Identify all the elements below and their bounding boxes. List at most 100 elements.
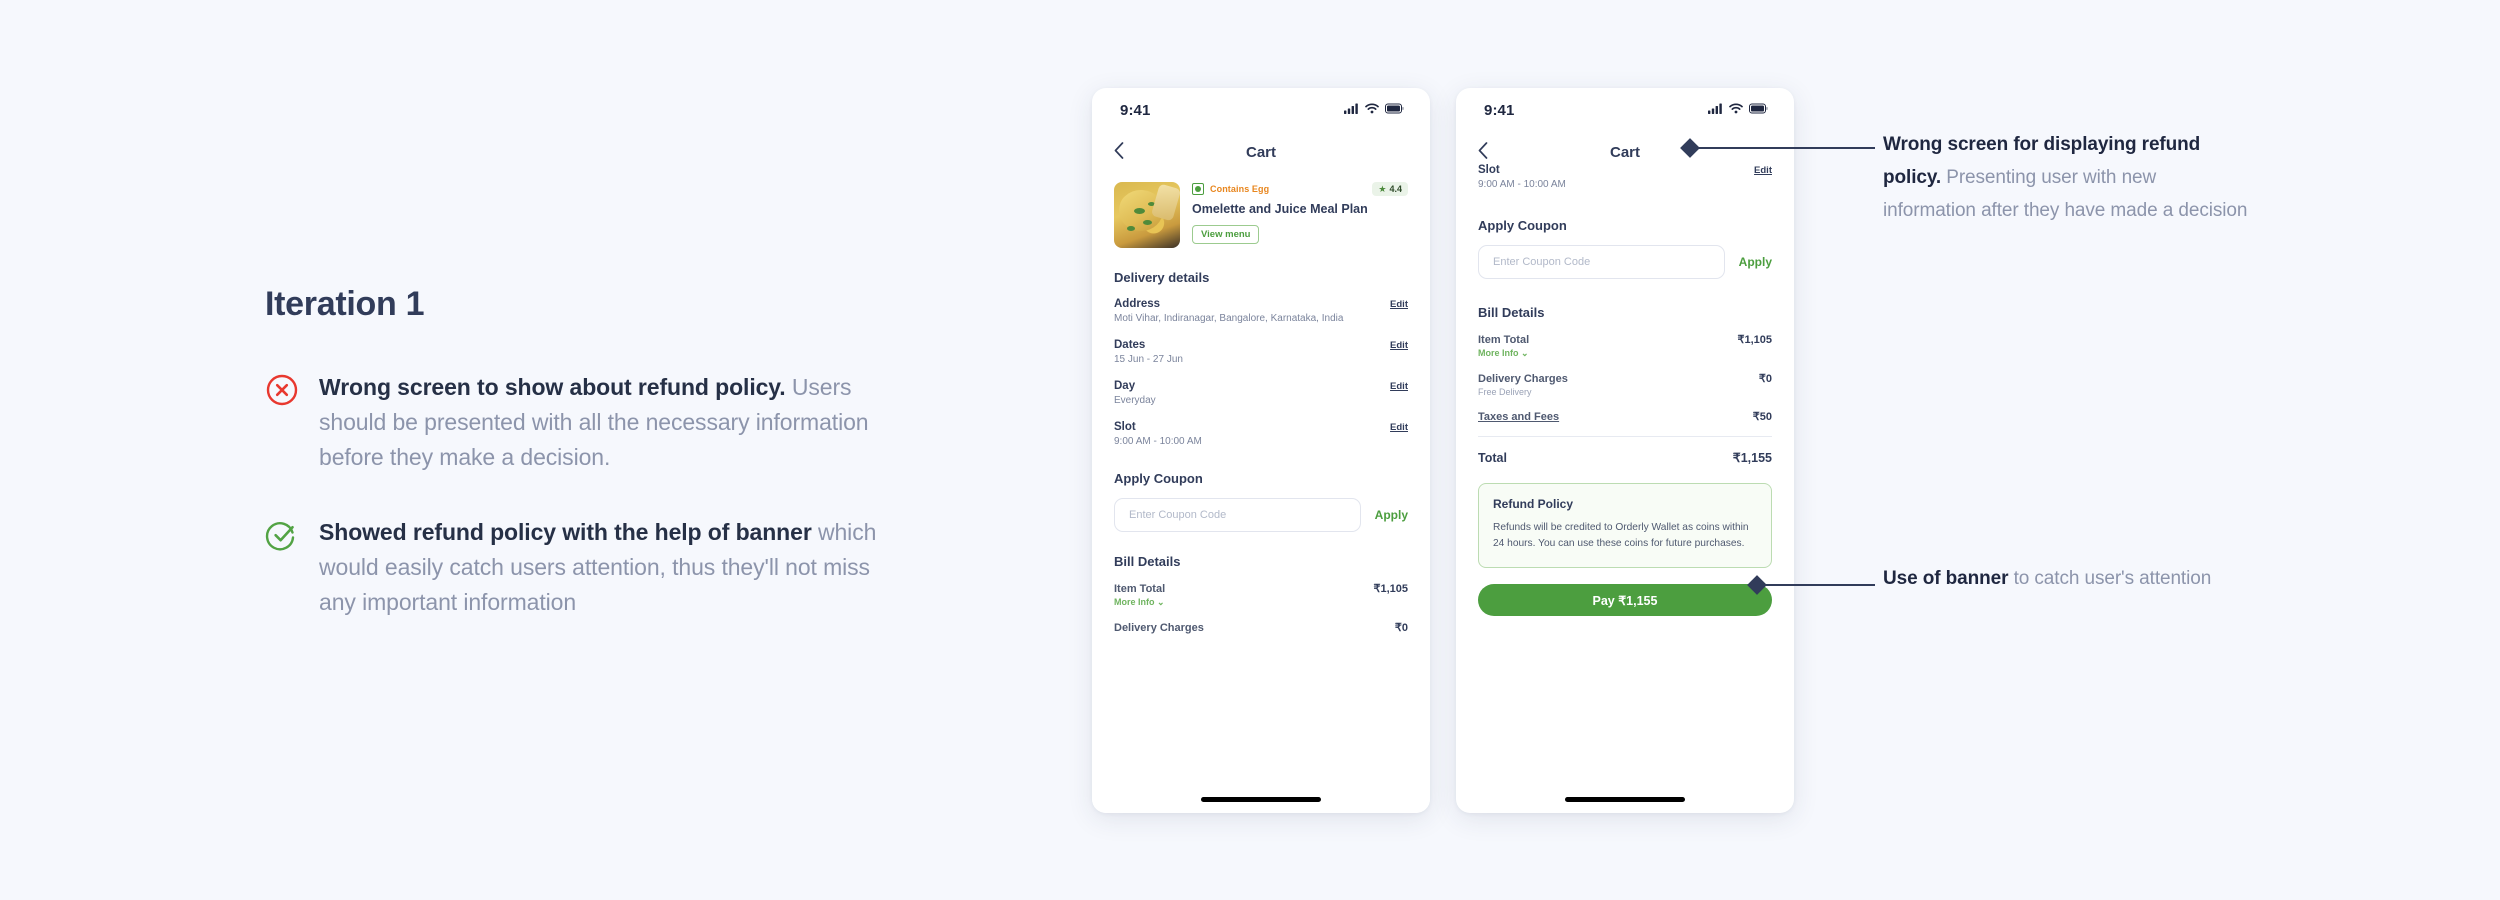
- bill-label: Item Total: [1114, 583, 1166, 595]
- coupon-input[interactable]: Enter Coupon Code: [1478, 245, 1725, 279]
- diet-label: Contains Egg: [1210, 184, 1270, 194]
- phone-mockup-after: 9:41 Cart Slot 9:00 AM - 10:00 AM Edit A…: [1456, 88, 1794, 813]
- cart-item-name: Omelette and Juice Meal Plan: [1192, 202, 1368, 216]
- more-info-link[interactable]: More Info ⌄: [1478, 348, 1529, 359]
- bill-details-heading: Bill Details: [1478, 305, 1545, 320]
- detail-label: Day: [1114, 380, 1136, 392]
- bill-row-delivery: Delivery Charges ₹0: [1114, 621, 1408, 634]
- more-info-label: More Info: [1478, 348, 1519, 358]
- detail-label: Address: [1114, 298, 1161, 310]
- refund-policy-banner: Refund Policy Refunds will be credited t…: [1478, 483, 1772, 568]
- refund-policy-title: Refund Policy: [1493, 497, 1574, 511]
- chevron-down-icon: ⌄: [1521, 348, 1529, 358]
- more-info-label: More Info: [1114, 597, 1155, 607]
- coupon-row: Enter Coupon Code Apply: [1114, 498, 1408, 532]
- pay-button[interactable]: Pay ₹1,155: [1478, 584, 1772, 616]
- callout-line-2: [1762, 584, 1875, 586]
- bill-row-total: Total ₹1,155: [1478, 450, 1772, 465]
- commentary-point-bold: Wrong screen to show about refund policy…: [319, 374, 786, 400]
- apply-coupon-heading: Apply Coupon: [1114, 471, 1203, 486]
- bill-row-item-total: Item Total More Info ⌄ ₹1,105: [1478, 333, 1772, 359]
- bill-label: Delivery Charges: [1114, 622, 1204, 634]
- status-icons: [1708, 101, 1768, 119]
- rating-badge: ★ 4.4: [1372, 182, 1408, 196]
- bill-amount: ₹0: [1758, 373, 1772, 385]
- bill-details-heading: Bill Details: [1114, 554, 1181, 569]
- detail-value: 9:00 AM - 10:00 AM: [1114, 436, 1202, 447]
- star-icon: ★: [1378, 183, 1387, 194]
- delivery-details-heading: Delivery details: [1114, 270, 1210, 285]
- status-bar: 9:41: [1456, 88, 1794, 132]
- bill-divider: [1478, 436, 1772, 437]
- bill-row-delivery: Delivery Charges Free Delivery ₹0: [1478, 372, 1772, 397]
- edit-address-link[interactable]: Edit: [1390, 299, 1408, 310]
- status-icons: [1344, 101, 1404, 119]
- bill-amount: ₹50: [1752, 411, 1772, 423]
- egg-indicator-icon: [1192, 183, 1204, 195]
- cart-screen-body: Contains Egg ★ 4.4 Omelette and Juice Me…: [1092, 182, 1430, 634]
- bill-label: Delivery Charges: [1478, 373, 1568, 385]
- bill-label: Item Total: [1478, 334, 1530, 346]
- commentary-point-text: Showed refund policy with the help of ba…: [319, 515, 905, 620]
- edit-day-link[interactable]: Edit: [1390, 381, 1408, 392]
- commentary-point-text: Wrong screen to show about refund policy…: [319, 370, 905, 475]
- bill-amount: ₹0: [1394, 622, 1408, 634]
- delivery-sub-label: Free Delivery: [1478, 387, 1532, 397]
- callout-line-1: [1695, 147, 1875, 149]
- total-label: Total: [1478, 451, 1507, 465]
- omelette-photo: [1114, 182, 1180, 248]
- home-indicator: [1565, 797, 1685, 802]
- annotation-rest: to catch user's attention: [2008, 568, 2212, 589]
- chevron-left-icon[interactable]: [1478, 141, 1488, 163]
- status-time: 9:41: [1120, 101, 1151, 119]
- bill-amount: ₹1,105: [1373, 583, 1408, 595]
- detail-value: Moti Vihar, Indiranagar, Bangalore, Karn…: [1114, 313, 1344, 324]
- edit-slot-link[interactable]: Edit: [1390, 422, 1408, 433]
- more-info-link[interactable]: More Info ⌄: [1114, 597, 1165, 608]
- error-circle-icon: [265, 373, 299, 412]
- taxes-label[interactable]: Taxes and Fees: [1478, 411, 1559, 423]
- rating-value: 4.4: [1389, 184, 1402, 194]
- battery-icon: [1385, 101, 1404, 119]
- view-menu-button[interactable]: View menu: [1192, 225, 1260, 244]
- apply-coupon-button[interactable]: Apply: [1375, 508, 1408, 522]
- apply-coupon-button[interactable]: Apply: [1739, 255, 1772, 269]
- detail-label: Slot: [1478, 164, 1500, 176]
- bill-row-item-total: Item Total More Info ⌄ ₹1,105: [1114, 582, 1408, 608]
- edit-dates-link[interactable]: Edit: [1390, 340, 1408, 351]
- commentary-point-negative: Wrong screen to show about refund policy…: [265, 370, 905, 475]
- detail-label: Slot: [1114, 421, 1136, 433]
- detail-label: Dates: [1114, 339, 1146, 351]
- refund-policy-body: Refunds will be credited to Orderly Wall…: [1493, 522, 1749, 549]
- status-bar: 9:41: [1092, 88, 1430, 132]
- nav-bar: Cart: [1092, 132, 1430, 172]
- detail-value: Everyday: [1114, 395, 1156, 406]
- delivery-row-slot: Slot 9:00 AM - 10:00 AM Edit: [1478, 164, 1772, 192]
- commentary-point-positive: Showed refund policy with the help of ba…: [265, 515, 905, 620]
- cellular-signal-icon: [1344, 101, 1359, 119]
- scroll-fade: [1092, 769, 1430, 813]
- delivery-row-day: Day Everyday Edit: [1114, 380, 1408, 408]
- cart-item: Contains Egg ★ 4.4 Omelette and Juice Me…: [1114, 182, 1408, 248]
- total-amount: ₹1,155: [1732, 451, 1772, 465]
- cellular-signal-icon: [1708, 101, 1723, 119]
- wifi-icon: [1729, 101, 1743, 119]
- delivery-row-address: Address Moti Vihar, Indiranagar, Bangalo…: [1114, 298, 1408, 326]
- chevron-left-icon[interactable]: [1114, 141, 1124, 163]
- pay-button-wrap: Pay ₹1,155: [1456, 584, 1794, 616]
- coupon-input[interactable]: Enter Coupon Code: [1114, 498, 1361, 532]
- apply-coupon-heading: Apply Coupon: [1478, 218, 1567, 233]
- delivery-row-slot: Slot 9:00 AM - 10:00 AM Edit: [1114, 421, 1408, 449]
- commentary-point-bold: Showed refund policy with the help of ba…: [319, 519, 812, 545]
- battery-icon: [1749, 101, 1768, 119]
- annotation-2: Use of banner to catch user's attention: [1883, 562, 2253, 595]
- annotation-bold: Use of banner: [1883, 568, 2009, 589]
- commentary-panel: Iteration 1 Wrong screen to show about r…: [265, 285, 905, 660]
- chevron-down-icon: ⌄: [1157, 597, 1165, 607]
- cart-screen-body: Slot 9:00 AM - 10:00 AM Edit Apply Coupo…: [1456, 164, 1794, 568]
- cart-item-tags: Contains Egg ★ 4.4: [1192, 182, 1408, 196]
- annotation-1: Wrong screen for displaying refund polic…: [1883, 128, 2253, 227]
- cart-item-info: Contains Egg ★ 4.4 Omelette and Juice Me…: [1192, 182, 1408, 248]
- canvas: Iteration 1 Wrong screen to show about r…: [0, 0, 2500, 900]
- edit-slot-link[interactable]: Edit: [1754, 165, 1772, 176]
